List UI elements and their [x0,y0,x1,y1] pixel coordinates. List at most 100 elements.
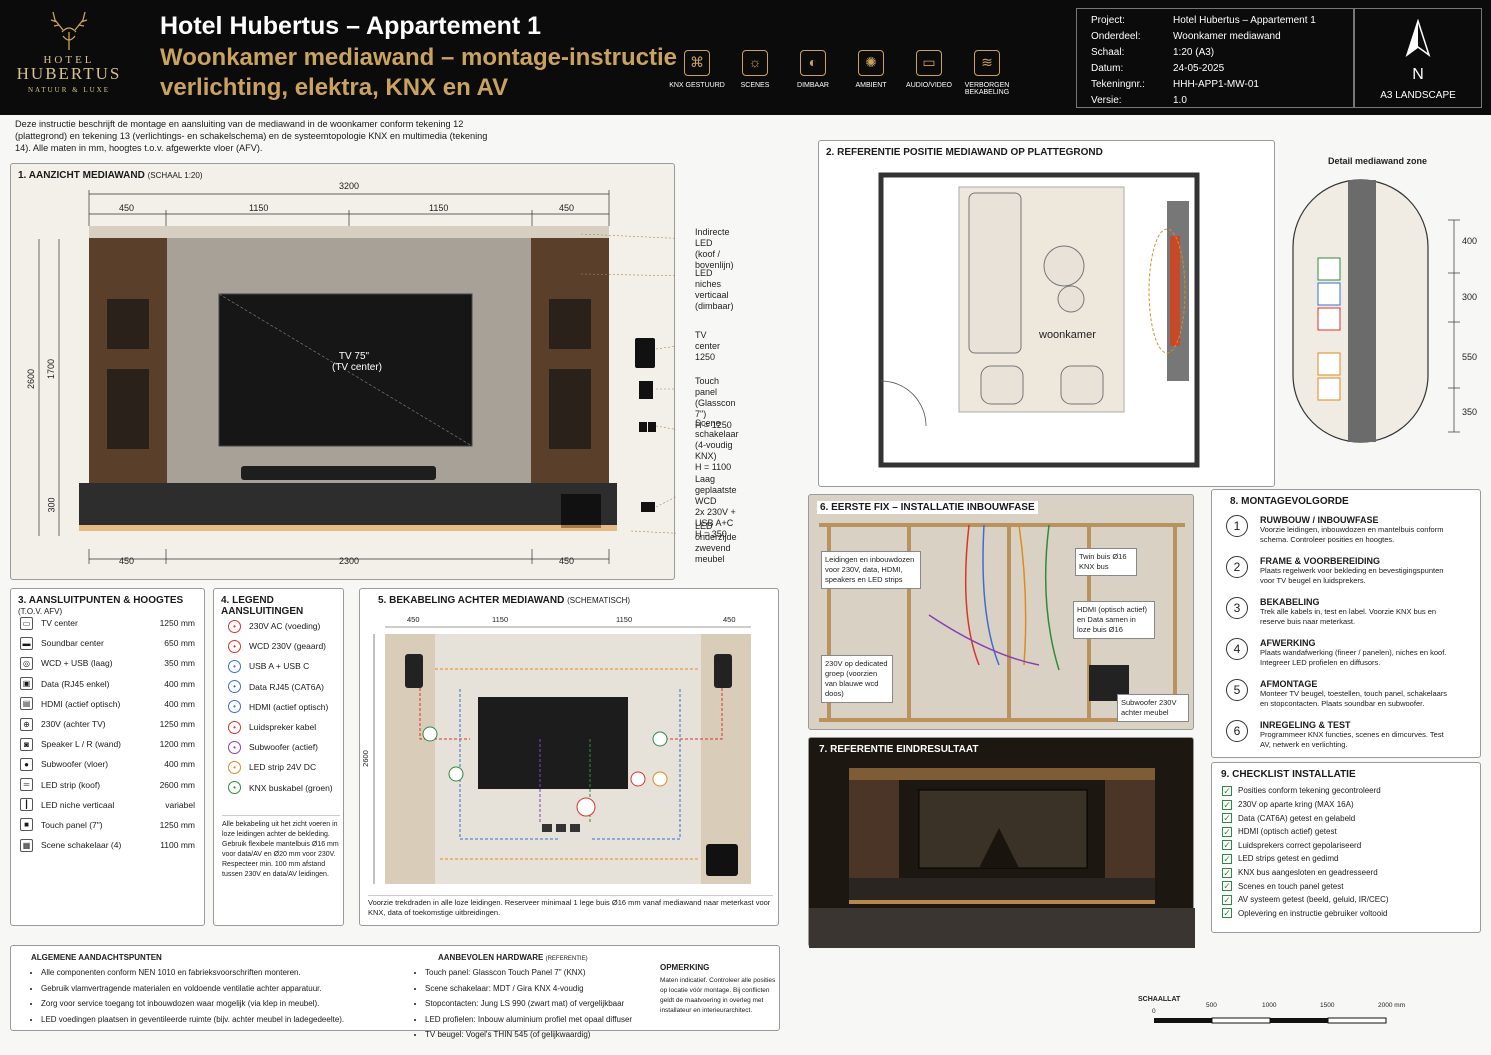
feature-5: ≋ VERBORGEN BEKABELING [958,50,1016,96]
legend-label: Data RJ45 (CAT6A) [249,681,324,692]
checklist-item[interactable]: ✓ AV systeem getest (beeld, geluid, IR/CE… [1222,893,1389,907]
height-row: ▭ TV center 1250 mm [20,613,195,633]
section-checklist: 9. CHECKLIST INSTALLATIE ✓ Posities confo… [1211,762,1481,933]
step-heading: BEKABELING [1260,597,1320,607]
scene-icon: ☼ [742,50,768,76]
height-row: ■ Touch panel (7") 1250 mm [20,815,195,835]
checklist-item[interactable]: ✓ KNX bus aangesloten en geadresseerd [1222,866,1378,880]
cab-dim-4: 450 [723,615,736,624]
step-desc: Plaats wandafwerking (fineer / panelen),… [1260,648,1447,667]
meta-row: Versie: 1.0 [1091,93,1339,109]
step-heading: RUWBOUW / INBOUWFASE [1260,515,1379,525]
checkbox-icon[interactable]: ✓ [1222,840,1232,851]
connection-icon: • [228,720,241,734]
checklist-item[interactable]: ✓ Oplevering en instructie gebruiker volt… [1222,906,1387,920]
checklist-item[interactable]: ✓ 230V op aparte kring (MAX 16A) [1222,798,1354,812]
feature-2: ◐ DIMBAAR [784,50,842,96]
dim-lower: 300 [46,497,57,513]
step-text: BEKABELING Trek alle kabels in, test en l… [1260,597,1450,627]
checklist-item[interactable]: ✓ Scenes en touch panel getest [1222,879,1343,893]
connection-icon: • [228,619,241,633]
tv-icon: ▭ [20,616,33,630]
height-row: ▦ Scene schakelaar (4) 1100 mm [20,835,195,855]
remark-title: OPMERKING [660,963,710,972]
note-item: Alle componenten conform NEN 1010 en fab… [41,965,401,981]
callout-line: Touch panel [695,376,720,397]
checklist-item[interactable]: ✓ LED strips getest en gedimd [1222,852,1339,866]
step-desc: Programmeer KNX functies, scenes en dimc… [1260,730,1444,749]
knx-icon: ⌘ [684,50,710,76]
cabling-note: Voorzie trekdraden in alle loze leidinge… [368,895,773,918]
checkbox-icon[interactable]: ✓ [1222,813,1232,824]
detail-dim-4: 350 [1462,407,1478,417]
first-fix-callout-3: HDMI (optisch actief) en Data samen in l… [1073,601,1155,639]
format-label: A3 LANDSCAPE [1380,90,1456,101]
section-floorplan: 2. REFERENTIE POSITIE MEDIAWAND OP PLATT… [818,140,1275,487]
height-label: LED niche verticaal [41,799,115,810]
step-text: FRAME & VOORBEREIDING Plaats regelwerk vo… [1260,556,1450,586]
step-heading: AFWERKING [1260,638,1316,648]
step-text: AFWERKING Plaats wandafwerking (fineer / … [1260,638,1450,668]
note-item: Gebruik vlamvertragende materialen en vo… [41,981,401,997]
section-first-fix: 6. EERSTE FIX – INSTALLATIE INBOUWFASE L… [808,494,1194,730]
page-title: Hotel Hubertus – Appartement 1 [160,12,542,40]
legend-row: • Subwoofer (actief) [228,737,343,757]
checkbox-icon[interactable]: ✓ [1222,799,1232,810]
checklist-label: KNX bus aangesloten en geadresseerd [1238,868,1378,878]
checklist-label: HDMI (optisch actief) getest [1238,827,1337,837]
scale-bar-graphic [1154,1017,1387,1024]
callout-line: LED onderzijde [695,521,737,542]
note-item: Scene schakelaar: MDT / Gira KNX 4-voudi… [425,981,645,997]
feature-label: AMBIENT [855,82,887,89]
checkbox-icon[interactable]: ✓ [1222,881,1232,892]
checkbox-icon[interactable]: ✓ [1222,894,1232,905]
led-strip-icon: ═ [20,778,33,792]
feature-4: ▭ AUDIO/VIDEO [900,50,958,96]
feature-1: ☼ SCENES [726,50,784,96]
legend-row: • Luidspreker kabel [228,717,343,737]
feature-label: VERBORGEN BEKABELING [964,82,1010,96]
meta-row: Project: Hotel Hubertus – Appartement 1 [1091,13,1339,29]
checklist-item[interactable]: ✓ HDMI (optisch actief) getest [1222,825,1337,839]
detail-dim-2: 300 [1462,292,1478,302]
checkbox-icon[interactable]: ✓ [1222,867,1232,878]
detail-dim-3: 550 [1462,352,1478,362]
intro-text: Deze instructie beschrijft de montage en… [15,119,488,153]
section-steps: 8. MONTAGEVOLGORDE 1 RUWBOUW / INBOUWFASE… [1211,489,1481,758]
legend-list: • 230V AC (voeding) • WCD 230V (geaard) • USB… [228,616,343,798]
checklist-item[interactable]: ✓ Luidsprekers correct gepolariseerd [1222,838,1361,852]
section-title: 9. CHECKLIST INSTALLATIE [1221,769,1356,780]
height-value: 650 mm [164,638,195,649]
step-number: 6 [1226,720,1248,742]
general-title: ALGEMENE AANDACHTSPUNTEN [31,953,162,962]
page: HOTEL HUBERTUS NATUUR & LUXE Hotel Huber… [0,0,1491,1055]
checkbox-icon[interactable]: ✓ [1222,853,1232,864]
scale-1000: 1000 [1262,1002,1277,1009]
height-value: 1200 mm [159,739,195,750]
height-row: ◎ WCD + USB (laag) 350 mm [20,653,195,673]
height-label: HDMI (actief optisch) [41,698,121,709]
hardware-title: AANBEVOLEN HARDWARE (REFERENTIE) [438,953,588,962]
result-photo [809,768,1195,948]
first-fix-callout-5: Subwoofer 230V achter meubel [1117,694,1189,722]
footer-notes: ALGEMENE AANDACHTSPUNTEN Alle componente… [10,945,780,1039]
tv-icon: ▭ [916,50,942,76]
meta-value: 1:20 (A3) [1173,47,1215,58]
general-list: Alle componenten conform NEN 1010 en fab… [31,965,401,1027]
first-fix-callout-4: 230V op dedicated groep (voorzien van bl… [821,655,893,703]
note-item: LED profielen: Inbouw aluminium profiel … [425,1012,645,1028]
step-number: 1 [1226,515,1248,537]
callout-line: Laag geplaatste WCD [695,474,737,506]
checklist-label: Scenes en touch panel getest [1238,881,1344,891]
height-row: ▬ Soundbar center 650 mm [20,633,195,653]
connection-icon: • [228,760,241,774]
checkbox-icon[interactable]: ✓ [1222,908,1232,919]
checklist-item[interactable]: ✓ Data (CAT6A) getest en gelabeld [1222,811,1355,825]
checkbox-icon[interactable]: ✓ [1222,785,1232,796]
legend-row: • Data RJ45 (CAT6A) [228,677,343,697]
checklist-item[interactable]: ✓ Posities conform tekening gecontroleerd [1222,784,1381,798]
meta-key: Tekeningnr.: [1091,79,1145,90]
height-label: Speaker L / R (wand) [41,739,121,750]
checkbox-icon[interactable]: ✓ [1222,826,1232,837]
cab-dim-3: 1150 [616,615,633,624]
